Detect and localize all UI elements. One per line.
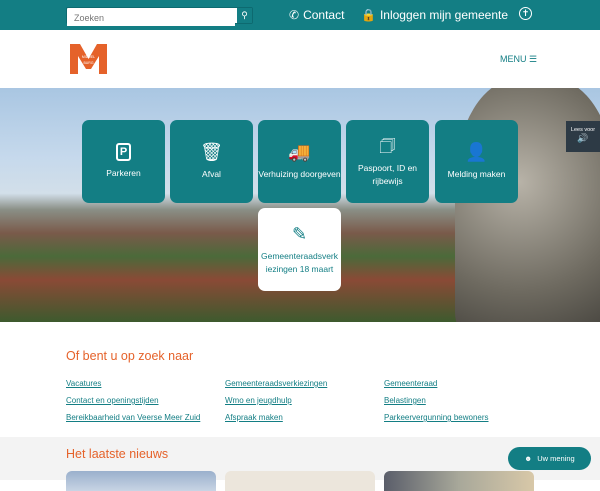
tile-label: Gemeenteraadsverkiezingen 18 maart bbox=[261, 250, 339, 274]
tile-verhuizing[interactable]: 🚚 Verhuizing doorgeven bbox=[258, 120, 341, 203]
phone-icon: ✆ bbox=[289, 8, 300, 22]
news-card[interactable] bbox=[384, 471, 534, 491]
section-title: Het laatste nieuws bbox=[66, 447, 169, 461]
menu-label: MENU bbox=[500, 54, 527, 64]
tile-label: Afval bbox=[202, 169, 221, 179]
tile-paspoort[interactable]: 🗇 Paspoort, ID en rijbewijs bbox=[346, 120, 429, 203]
link-afspraak[interactable]: Afspraak maken bbox=[225, 413, 283, 422]
trash-icon: 🗑 bbox=[200, 142, 223, 162]
tile-label: Melding maken bbox=[447, 169, 506, 179]
search-button[interactable]: ⚲ bbox=[236, 8, 252, 23]
tile-melding[interactable]: 👤 Melding maken bbox=[435, 120, 518, 203]
speaker-icon: 🔊 bbox=[577, 133, 589, 143]
passport-icon: 🗇 bbox=[379, 135, 396, 156]
news-card[interactable] bbox=[66, 471, 216, 491]
smiley-icon: ☻ bbox=[524, 454, 533, 463]
link-parkeervergunning[interactable]: Parkeervergunning bewoners bbox=[384, 413, 489, 422]
link-contact[interactable]: Contact en openingstijden bbox=[66, 396, 159, 405]
link-gemeenteraad[interactable]: Gemeenteraad bbox=[384, 379, 437, 388]
svg-text:BURG: BURG bbox=[83, 61, 93, 65]
svg-text:MIDDEL: MIDDEL bbox=[82, 55, 95, 59]
tile-label: Paspoort, ID en rijbewijs bbox=[357, 162, 418, 186]
link-vacatures[interactable]: Vacatures bbox=[66, 379, 101, 388]
contact-link[interactable]: ✆ Contact bbox=[289, 8, 344, 22]
search-icon: ⚲ bbox=[241, 10, 248, 20]
login-link[interactable]: 🔒 Inloggen mijn gemeente bbox=[361, 8, 508, 22]
contact-label: Contact bbox=[303, 8, 345, 22]
header: MIDDEL BURG MENU ☰ bbox=[0, 30, 600, 88]
tile-label: Verhuizing doorgeven bbox=[258, 169, 341, 179]
tile-afval[interactable]: 🗑 Afval bbox=[170, 120, 253, 203]
moving-truck-icon: 🚚 bbox=[288, 142, 311, 162]
tile-label: Parkeren bbox=[106, 168, 141, 178]
accessibility-icon[interactable]: ✝ bbox=[519, 7, 532, 20]
tile-verkiezingen[interactable]: ✎ Gemeenteraadsverkiezingen 18 maart bbox=[258, 208, 341, 291]
link-wmo[interactable]: Wmo en jeugdhulp bbox=[225, 396, 292, 405]
feedback-button[interactable]: ☻ Uw mening bbox=[508, 447, 591, 470]
hamburger-icon: ☰ bbox=[529, 54, 538, 64]
news-card[interactable] bbox=[225, 471, 375, 491]
read-aloud-button[interactable]: Lees voor 🔊 bbox=[566, 121, 600, 152]
link-verkiezingen[interactable]: Gemeenteraadsverkiezingen bbox=[225, 379, 327, 388]
section-title: Of bent u op zoek naar bbox=[66, 349, 194, 363]
lock-icon: 🔒 bbox=[361, 8, 376, 22]
link-belastingen[interactable]: Belastingen bbox=[384, 396, 426, 405]
search-box: ⚲ bbox=[66, 7, 253, 26]
login-label: Inloggen mijn gemeente bbox=[379, 8, 509, 22]
logo[interactable]: MIDDEL BURG bbox=[70, 44, 107, 74]
link-bereikbaarheid[interactable]: Bereikbaarheid van Veerse Meer Zuid bbox=[66, 413, 200, 422]
menu-button[interactable]: MENU ☰ bbox=[500, 54, 537, 65]
parking-icon: P bbox=[116, 143, 131, 161]
tile-parkeren[interactable]: P Parkeren bbox=[82, 120, 165, 203]
search-input[interactable] bbox=[67, 10, 235, 26]
report-icon: 👤 bbox=[465, 142, 488, 162]
top-bar: ⚲ ✆Contact 🔒Inloggen mijn gemeente ✝ bbox=[0, 0, 600, 30]
feedback-label: Uw mening bbox=[537, 454, 575, 463]
vote-pencil-icon: ✎ bbox=[291, 223, 308, 244]
